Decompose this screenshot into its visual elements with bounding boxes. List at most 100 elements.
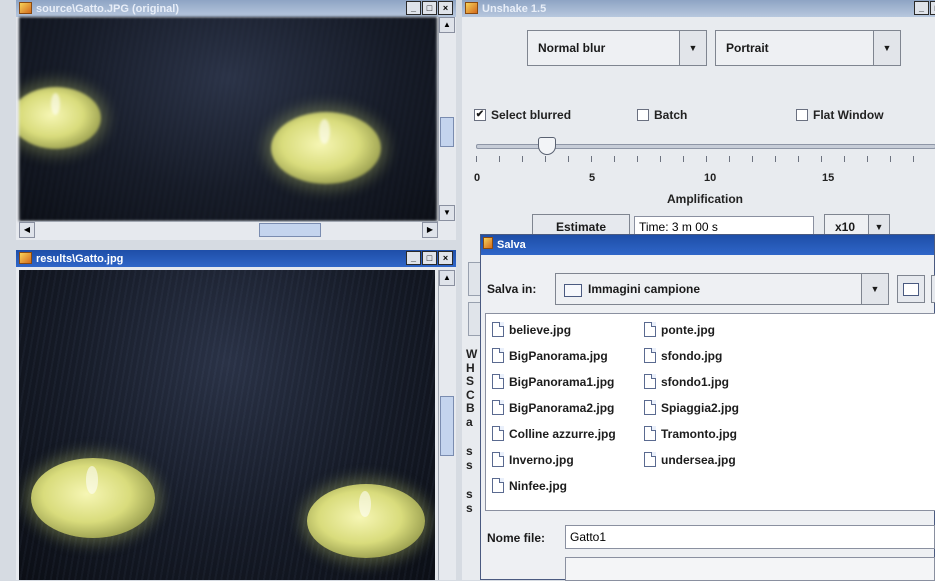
file-icon bbox=[644, 348, 656, 363]
new-folder-button[interactable] bbox=[931, 275, 935, 303]
minimize-icon[interactable]: _ bbox=[406, 1, 421, 15]
source-titlebar[interactable]: source\Gatto.JPG (original) _ □ × bbox=[16, 0, 456, 17]
salva-titlebar[interactable]: Salva bbox=[481, 235, 934, 255]
file-name: Colline azzurre.jpg bbox=[509, 426, 616, 441]
scroll-right-icon[interactable]: ▶ bbox=[422, 222, 438, 238]
source-window: source\Gatto.JPG (original) _ □ × ▲ ▼ ◀ … bbox=[16, 0, 456, 240]
checkbox-icon[interactable] bbox=[637, 109, 649, 121]
left-eye bbox=[31, 458, 155, 538]
scroll-up-icon[interactable]: ▲ bbox=[439, 270, 455, 286]
file-name: believe.jpg bbox=[509, 322, 572, 337]
close-icon[interactable]: × bbox=[438, 1, 453, 15]
file-icon bbox=[492, 322, 504, 337]
maximize-icon[interactable]: □ bbox=[422, 1, 437, 15]
list-item[interactable]: Colline azzurre.jpg bbox=[492, 426, 616, 441]
file-icon bbox=[492, 348, 504, 363]
scroll-thumb[interactable] bbox=[440, 117, 454, 147]
nome-file-label: Nome file: bbox=[487, 531, 546, 545]
results-window: results\Gatto.jpg _ □ × ▲ bbox=[16, 250, 456, 580]
list-item[interactable]: undersea.jpg bbox=[644, 452, 736, 467]
scroll-up-icon[interactable]: ▲ bbox=[439, 17, 455, 33]
list-item[interactable]: Spiaggia2.jpg bbox=[644, 400, 739, 415]
folder-select[interactable]: Immagini campione ▼ bbox=[555, 273, 889, 305]
unshake-titlebar[interactable]: Unshake 1.5 _ □ bbox=[462, 0, 935, 17]
file-name: BigPanorama1.jpg bbox=[509, 374, 615, 389]
blur-type-select[interactable]: Normal blur ▼ bbox=[527, 30, 707, 66]
java-cup-icon bbox=[465, 2, 478, 14]
slider-axis-label: Amplification bbox=[667, 192, 744, 206]
file-icon bbox=[644, 452, 656, 467]
list-item[interactable]: Inverno.jpg bbox=[492, 452, 574, 467]
list-item[interactable]: Tramonto.jpg bbox=[644, 426, 737, 441]
orientation-select[interactable]: Portrait ▼ bbox=[715, 30, 901, 66]
list-item[interactable]: sfondo.jpg bbox=[644, 348, 722, 363]
slider-ticks bbox=[476, 156, 935, 162]
file-name: sfondo1.jpg bbox=[661, 374, 729, 389]
list-item[interactable]: Ninfee.jpg bbox=[492, 478, 567, 493]
java-cup-icon bbox=[19, 2, 32, 14]
source-title: source\Gatto.JPG (original) bbox=[36, 2, 180, 15]
scroll-thumb[interactable] bbox=[440, 396, 454, 456]
flat-window-checkbox[interactable]: Flat Window bbox=[796, 108, 884, 122]
list-item[interactable]: BigPanorama1.jpg bbox=[492, 374, 614, 389]
chevron-down-icon[interactable]: ▼ bbox=[873, 31, 900, 65]
maximize-icon[interactable]: □ bbox=[930, 1, 935, 15]
file-name: undersea.jpg bbox=[661, 452, 736, 467]
results-titlebar[interactable]: results\Gatto.jpg _ □ × bbox=[16, 250, 456, 267]
source-image bbox=[19, 17, 437, 221]
chevron-down-icon[interactable]: ▼ bbox=[861, 274, 888, 304]
tick-label: 10 bbox=[704, 172, 717, 184]
list-item[interactable]: believe.jpg bbox=[492, 322, 571, 337]
up-folder-button[interactable] bbox=[897, 275, 925, 303]
file-icon bbox=[644, 400, 656, 415]
salva-in-label: Salva in: bbox=[487, 282, 537, 296]
file-name: Ninfee.jpg bbox=[509, 478, 568, 493]
java-cup-icon bbox=[483, 237, 493, 249]
file-list[interactable]: believe.jpg BigPanorama.jpg BigPanorama1… bbox=[485, 313, 935, 511]
multiplier-value: x10 bbox=[835, 220, 856, 234]
scroll-thumb-h[interactable] bbox=[259, 223, 321, 237]
checkbox-icon[interactable] bbox=[796, 109, 808, 121]
up-folder-icon bbox=[903, 282, 919, 296]
maximize-icon[interactable]: □ bbox=[422, 251, 437, 265]
salva-dialog: Salva Salva in: Immagini campione ▼ beli… bbox=[480, 234, 935, 581]
list-item[interactable]: BigPanorama2.jpg bbox=[492, 400, 614, 415]
file-icon bbox=[644, 426, 656, 441]
tick-label: 15 bbox=[822, 172, 835, 184]
list-item[interactable]: sfondo1.jpg bbox=[644, 374, 729, 389]
file-icon bbox=[644, 374, 656, 389]
amplification-slider-thumb[interactable] bbox=[538, 137, 556, 155]
minimize-icon[interactable]: _ bbox=[914, 1, 929, 15]
blur-type-value: Normal blur bbox=[538, 41, 606, 55]
folder-icon bbox=[564, 284, 582, 297]
file-icon bbox=[644, 322, 656, 337]
file-type-select[interactable] bbox=[565, 557, 935, 581]
scroll-left-icon[interactable]: ◀ bbox=[19, 222, 35, 238]
java-cup-icon bbox=[19, 252, 32, 264]
right-eye bbox=[271, 112, 381, 184]
file-name-input[interactable] bbox=[565, 525, 935, 549]
tick-label: 5 bbox=[589, 172, 596, 184]
results-title: results\Gatto.jpg bbox=[36, 252, 124, 265]
file-name: ponte.jpg bbox=[661, 322, 715, 337]
close-icon[interactable]: × bbox=[438, 251, 453, 265]
file-icon bbox=[492, 452, 504, 467]
source-vertical-scrollbar[interactable]: ▲ ▼ bbox=[438, 17, 455, 221]
flat-window-label: Flat Window bbox=[813, 108, 884, 122]
unshake-title: Unshake 1.5 bbox=[482, 2, 547, 15]
select-blurred-checkbox[interactable]: ✔ Select blurred bbox=[474, 108, 571, 122]
file-name: Spiaggia2.jpg bbox=[661, 400, 740, 415]
source-horizontal-scrollbar[interactable]: ◀ ▶ bbox=[19, 221, 438, 238]
scroll-down-icon[interactable]: ▼ bbox=[439, 205, 455, 221]
file-icon bbox=[492, 374, 504, 389]
list-item[interactable]: ponte.jpg bbox=[644, 322, 715, 337]
checkbox-checked-icon[interactable]: ✔ bbox=[474, 109, 486, 121]
file-icon bbox=[492, 478, 504, 493]
batch-checkbox[interactable]: Batch bbox=[637, 108, 687, 122]
list-item[interactable]: BigPanorama.jpg bbox=[492, 348, 608, 363]
results-vertical-scrollbar[interactable]: ▲ bbox=[438, 270, 455, 580]
chevron-down-icon[interactable]: ▼ bbox=[679, 31, 706, 65]
file-name: Tramonto.jpg bbox=[661, 426, 737, 441]
file-icon bbox=[492, 400, 504, 415]
minimize-icon[interactable]: _ bbox=[406, 251, 421, 265]
